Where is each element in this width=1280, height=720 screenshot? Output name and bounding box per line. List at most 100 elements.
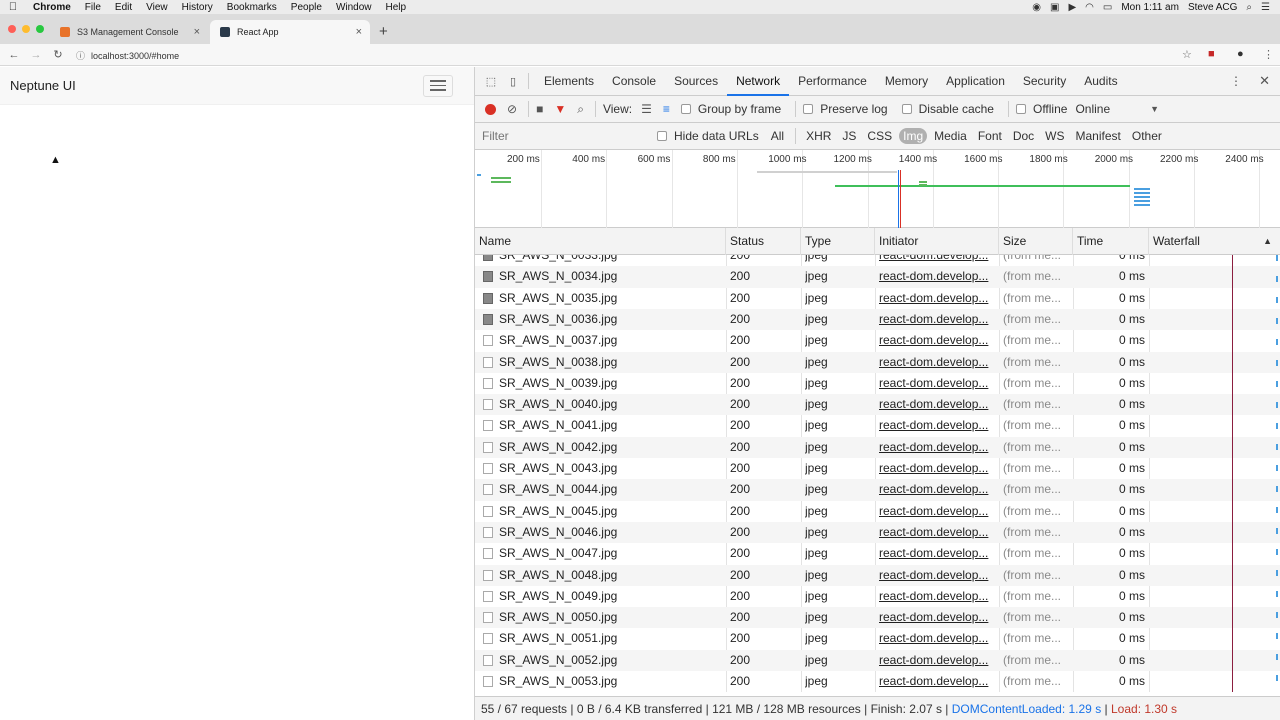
- devtools-tab-performance[interactable]: Performance: [789, 67, 876, 96]
- request-initiator-link[interactable]: react-dom.develop...: [879, 565, 995, 586]
- device-toolbar-icon[interactable]: ▯: [504, 75, 522, 88]
- table-row[interactable]: SR_AWS_N_0037.jpg 200 jpeg react-dom.develo…: [475, 330, 1280, 351]
- sort-ascending-icon[interactable]: ▲: [1263, 236, 1272, 246]
- menubar-clock[interactable]: Mon 1:11 am: [1121, 2, 1179, 13]
- table-row[interactable]: SR_AWS_N_0033.jpg 200 jpeg react-dom.develo…: [475, 255, 1280, 266]
- table-row[interactable]: SR_AWS_N_0044.jpg 200 jpeg react-dom.develo…: [475, 479, 1280, 501]
- tab-close-icon[interactable]: ×: [194, 26, 200, 38]
- request-initiator-link[interactable]: react-dom.develop...: [879, 501, 995, 522]
- table-row[interactable]: SR_AWS_N_0038.jpg 200 jpeg react-dom.develo…: [475, 351, 1280, 373]
- table-row[interactable]: SR_AWS_N_0040.jpg 200 jpeg react-dom.develo…: [475, 394, 1280, 416]
- filter-type-js[interactable]: JS: [838, 128, 860, 144]
- menu-history[interactable]: History: [175, 2, 220, 13]
- menu-edit[interactable]: Edit: [108, 2, 139, 13]
- network-overview-timeline[interactable]: 200 ms 400 ms 600 ms 800 ms 1000 ms 1200 ms 14…: [475, 150, 1280, 228]
- filter-type-media[interactable]: Media: [930, 128, 971, 144]
- tab-s3-console[interactable]: S3 Management Console ×: [50, 20, 208, 44]
- profile-avatar[interactable]: ●: [1237, 48, 1244, 60]
- request-initiator-link[interactable]: react-dom.develop...: [879, 671, 995, 692]
- table-row[interactable]: SR_AWS_N_0045.jpg 200 jpeg react-dom.develo…: [475, 501, 1280, 522]
- filter-type-doc[interactable]: Doc: [1009, 128, 1038, 144]
- column-size[interactable]: Size: [999, 228, 1073, 255]
- menu-help[interactable]: Help: [379, 2, 414, 13]
- column-status[interactable]: Status: [726, 228, 801, 255]
- table-row[interactable]: SR_AWS_N_0049.jpg 200 jpeg react-dom.develo…: [475, 586, 1280, 607]
- request-name[interactable]: SR_AWS_N_0043.jpg: [499, 458, 724, 479]
- request-name[interactable]: SR_AWS_N_0038.jpg: [499, 352, 724, 373]
- record-button[interactable]: [485, 103, 496, 115]
- request-initiator-link[interactable]: react-dom.develop...: [879, 415, 995, 436]
- table-row[interactable]: SR_AWS_N_0043.jpg 200 jpeg react-dom.develo…: [475, 458, 1280, 479]
- filter-type-ws[interactable]: WS: [1041, 128, 1068, 144]
- hide-data-urls-checkbox[interactable]: [657, 131, 667, 141]
- filter-type-xhr[interactable]: XHR: [802, 128, 835, 144]
- throttling-select[interactable]: Online: [1075, 102, 1110, 116]
- devtools-tab-audits[interactable]: Audits: [1075, 67, 1126, 96]
- window-zoom-button[interactable]: [36, 25, 44, 33]
- play-icon[interactable]: ▶: [1068, 2, 1076, 13]
- request-name[interactable]: SR_AWS_N_0052.jpg: [499, 650, 724, 671]
- devtools-tab-elements[interactable]: Elements: [535, 67, 603, 96]
- menu-bookmarks[interactable]: Bookmarks: [220, 2, 284, 13]
- table-row[interactable]: SR_AWS_N_0035.jpg 200 jpeg react-dom.develo…: [475, 288, 1280, 309]
- request-name[interactable]: SR_AWS_N_0049.jpg: [499, 586, 724, 607]
- request-name[interactable]: SR_AWS_N_0048.jpg: [499, 565, 724, 586]
- request-initiator-link[interactable]: react-dom.develop...: [879, 586, 995, 607]
- apple-icon[interactable]: : [0, 1, 26, 13]
- table-row[interactable]: SR_AWS_N_0050.jpg 200 jpeg react-dom.develo…: [475, 607, 1280, 629]
- tab-close-icon[interactable]: ×: [356, 26, 362, 38]
- menu-file[interactable]: File: [78, 2, 108, 13]
- request-name[interactable]: SR_AWS_N_0036.jpg: [499, 309, 724, 330]
- site-info-icon[interactable]: ⓘ: [76, 49, 85, 62]
- capture-screenshots-icon[interactable]: ■: [536, 102, 543, 116]
- filter-input[interactable]: [479, 126, 639, 146]
- filter-type-manifest[interactable]: Manifest: [1072, 128, 1125, 144]
- battery-icon[interactable]: ▭: [1103, 2, 1112, 13]
- request-name[interactable]: SR_AWS_N_0053.jpg: [499, 671, 724, 692]
- request-initiator-link[interactable]: react-dom.develop...: [879, 330, 995, 351]
- request-name[interactable]: SR_AWS_N_0047.jpg: [499, 543, 724, 564]
- filter-type-font[interactable]: Font: [974, 128, 1006, 144]
- devtools-close-icon[interactable]: ✕: [1259, 73, 1270, 89]
- navbar-brand[interactable]: Neptune UI: [10, 78, 76, 93]
- address-bar[interactable]: ⓘ localhost:3000/#home: [76, 47, 1186, 64]
- request-name[interactable]: SR_AWS_N_0037.jpg: [499, 330, 724, 351]
- menubar-user[interactable]: Steve ACG: [1188, 2, 1237, 13]
- request-initiator-link[interactable]: react-dom.develop...: [879, 373, 995, 394]
- table-row[interactable]: SR_AWS_N_0053.jpg 200 jpeg react-dom.develo…: [475, 671, 1280, 692]
- chrome-menu-icon[interactable]: ⋮: [1263, 48, 1274, 61]
- inspect-element-icon[interactable]: ⬚: [482, 75, 500, 88]
- new-tab-button[interactable]: +: [379, 23, 388, 40]
- clear-icon[interactable]: ⊘: [507, 102, 517, 116]
- wifi-icon[interactable]: ◠: [1085, 2, 1094, 13]
- request-name[interactable]: SR_AWS_N_0042.jpg: [499, 437, 724, 458]
- window-minimize-button[interactable]: [22, 25, 30, 33]
- menu-view[interactable]: View: [139, 2, 175, 13]
- search-icon[interactable]: ⌕: [577, 102, 584, 117]
- request-initiator-link[interactable]: react-dom.develop...: [879, 543, 995, 564]
- table-row[interactable]: SR_AWS_N_0034.jpg 200 jpeg react-dom.develo…: [475, 266, 1280, 288]
- request-initiator-link[interactable]: react-dom.develop...: [879, 309, 995, 330]
- column-type[interactable]: Type: [801, 228, 875, 255]
- request-name[interactable]: SR_AWS_N_0044.jpg: [499, 479, 724, 500]
- request-name[interactable]: SR_AWS_N_0045.jpg: [499, 501, 724, 522]
- request-name[interactable]: SR_AWS_N_0034.jpg: [499, 266, 724, 287]
- status-icon[interactable]: ◉: [1032, 2, 1041, 13]
- table-row[interactable]: SR_AWS_N_0046.jpg 200 jpeg react-dom.develo…: [475, 521, 1280, 544]
- request-name[interactable]: SR_AWS_N_0051.jpg: [499, 628, 724, 649]
- request-initiator-link[interactable]: react-dom.develop...: [879, 394, 995, 415]
- request-initiator-link[interactable]: react-dom.develop...: [879, 479, 995, 500]
- overview-icon[interactable]: ≡: [663, 102, 670, 116]
- notification-center-icon[interactable]: ☰: [1261, 2, 1270, 13]
- table-row[interactable]: SR_AWS_N_0041.jpg 200 jpeg react-dom.develo…: [475, 415, 1280, 436]
- request-name[interactable]: SR_AWS_N_0050.jpg: [499, 607, 724, 628]
- request-initiator-link[interactable]: react-dom.develop...: [879, 288, 995, 309]
- column-name[interactable]: Name: [475, 228, 726, 255]
- devtools-tab-application[interactable]: Application: [937, 67, 1014, 96]
- tab-react-app[interactable]: React App ×: [210, 20, 370, 44]
- filter-type-all[interactable]: All: [767, 128, 788, 144]
- menu-people[interactable]: People: [284, 2, 329, 13]
- request-initiator-link[interactable]: react-dom.develop...: [879, 266, 995, 287]
- request-name[interactable]: SR_AWS_N_0040.jpg: [499, 394, 724, 415]
- request-initiator-link[interactable]: react-dom.develop...: [879, 607, 995, 628]
